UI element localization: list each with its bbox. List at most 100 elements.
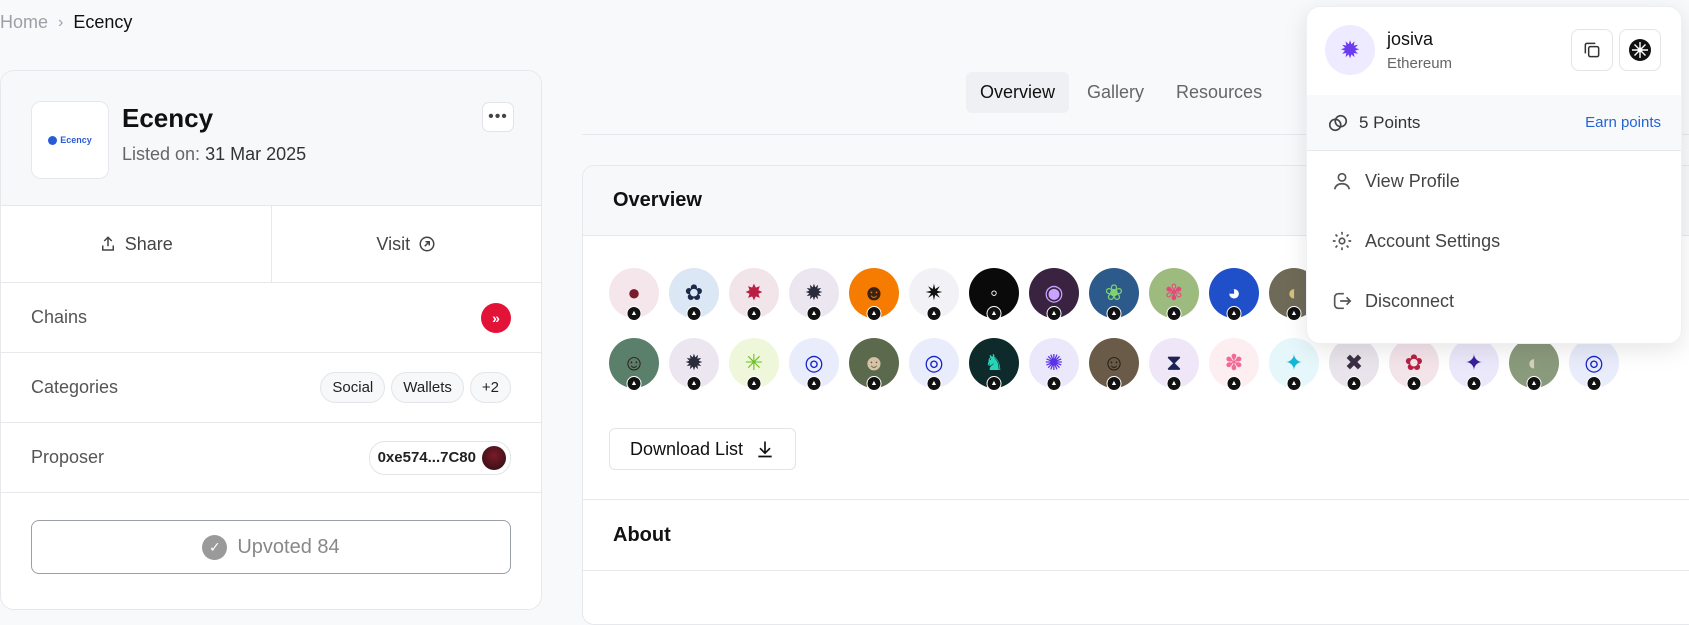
listed-label: Listed on: bbox=[122, 144, 201, 164]
upvote-badge-icon: ▲ bbox=[986, 376, 1002, 391]
upvote-badge-icon: ▲ bbox=[1046, 376, 1062, 391]
voter-avatar[interactable]: ☺ ▲ bbox=[1089, 338, 1139, 391]
account-chain: Ethereum bbox=[1387, 55, 1453, 72]
view-profile-item[interactable]: View Profile bbox=[1307, 151, 1681, 211]
more-options-button[interactable]: ••• bbox=[482, 102, 514, 132]
logout-icon bbox=[1333, 292, 1352, 310]
avatar-glyph-icon: ◉ bbox=[1044, 280, 1064, 305]
upvote-label: Upvoted 84 bbox=[237, 535, 340, 558]
category-tags: Social Wallets +2 bbox=[320, 372, 511, 403]
category-more-tag[interactable]: +2 bbox=[469, 372, 511, 403]
voter-avatar[interactable]: ◕ ▲ bbox=[1209, 268, 1259, 321]
categories-row: Categories Social Wallets +2 bbox=[1, 353, 541, 423]
avatar-row: ☺ ▲ ✹ ▲ ✳ ▲ ◎ ▲ ☻ ▲ ◎ ▲ ♞ ▲ ✺ ▲ ☺ ▲ ⧗ ▲ ✽ ▲ ✦ ▲ ✖ ▲ ✿ ▲ ✦ ▲ ◐ ▲ ◎ ▲ bbox=[609, 338, 1689, 391]
points-icon bbox=[1328, 114, 1348, 131]
voter-avatar[interactable]: ◦ ▲ bbox=[969, 268, 1019, 321]
voter-avatar[interactable]: ◎ ▲ bbox=[1569, 338, 1619, 391]
upvote-badge-icon: ▲ bbox=[1586, 376, 1602, 391]
voter-avatar[interactable]: ✖ ▲ bbox=[1329, 338, 1379, 391]
voter-avatar[interactable]: ✹ ▲ bbox=[669, 338, 719, 391]
gear-icon bbox=[1332, 231, 1352, 251]
voter-avatar[interactable]: ✷ ▲ bbox=[909, 268, 959, 321]
voter-avatar[interactable]: ◐ ▲ bbox=[1509, 338, 1559, 391]
avatar-glyph-icon: ☻ bbox=[862, 280, 886, 305]
upvote-badge-icon: ▲ bbox=[1286, 306, 1302, 321]
tab-overview[interactable]: Overview bbox=[966, 72, 1070, 113]
voter-avatar[interactable]: ✽ ▲ bbox=[1209, 338, 1259, 391]
proposer-chip[interactable]: 0xe574...7C80 bbox=[368, 440, 511, 475]
share-button[interactable]: Share bbox=[1, 206, 272, 282]
voter-avatar[interactable]: ✹ ▲ bbox=[789, 268, 839, 321]
proposer-row: Proposer 0xe574...7C80 bbox=[1, 423, 541, 493]
voter-avatar[interactable]: ● ▲ bbox=[609, 268, 659, 321]
voter-avatar[interactable]: ☻ ▲ bbox=[849, 268, 899, 321]
wallet-network-button[interactable] bbox=[1619, 29, 1661, 71]
chains-label: Chains bbox=[31, 307, 88, 327]
disconnect-item[interactable]: Disconnect bbox=[1307, 271, 1681, 331]
voter-avatar[interactable]: ✳ ▲ bbox=[729, 338, 779, 391]
avatar-glyph-icon: ◎ bbox=[1584, 350, 1604, 375]
share-label: Share bbox=[124, 233, 173, 254]
upvote-badge-icon: ▲ bbox=[1226, 376, 1242, 391]
divider bbox=[583, 570, 1689, 571]
avatar-glyph-icon: ✹ bbox=[684, 350, 704, 375]
avatar-glyph-icon: ◐ bbox=[1527, 350, 1541, 375]
voter-avatar[interactable]: ✿ ▲ bbox=[1389, 338, 1439, 391]
breadcrumb-current: Ecency bbox=[73, 12, 133, 32]
copy-address-button[interactable] bbox=[1571, 29, 1613, 71]
upvote-button[interactable]: ✓ Upvoted 84 bbox=[31, 520, 511, 574]
tab-gallery[interactable]: Gallery bbox=[1073, 72, 1158, 113]
avatar-glyph-icon: ❀ bbox=[1104, 280, 1124, 305]
about-heading: About bbox=[613, 524, 671, 546]
more-icon: ••• bbox=[488, 108, 508, 125]
avatar-glyph-icon: ♞ bbox=[984, 350, 1004, 375]
visit-button[interactable]: Visit bbox=[272, 206, 542, 282]
avatar-glyph-icon: ☻ bbox=[862, 350, 886, 375]
avatar-glyph-icon: ✸ bbox=[744, 280, 764, 305]
check-circle-icon: ✓ bbox=[202, 534, 228, 560]
avatar-glyph-icon: ✦ bbox=[1284, 350, 1304, 375]
account-username: josiva bbox=[1387, 29, 1434, 49]
upvote-badge-icon: ▲ bbox=[1286, 376, 1302, 391]
account-avatar: ✹ bbox=[1325, 25, 1375, 75]
upvote-badge-icon: ▲ bbox=[686, 376, 702, 391]
tab-bar: Overview Gallery Resources bbox=[966, 72, 1276, 113]
upvote-badge-icon: ▲ bbox=[1166, 376, 1182, 391]
upvote-badge-icon: ▲ bbox=[626, 306, 642, 321]
upvote-badge-icon: ▲ bbox=[1526, 376, 1542, 391]
tab-resources[interactable]: Resources bbox=[1162, 72, 1276, 113]
download-list-button[interactable]: Download List bbox=[609, 428, 797, 470]
avatar-glyph-icon: ✿ bbox=[1404, 350, 1424, 375]
voter-avatar[interactable]: ◎ ▲ bbox=[789, 338, 839, 391]
voter-avatar[interactable]: ◉ ▲ bbox=[1029, 268, 1079, 321]
voter-avatar[interactable]: ⧗ ▲ bbox=[1149, 338, 1199, 391]
breadcrumb: Home › Ecency bbox=[0, 12, 132, 33]
account-settings-item[interactable]: Account Settings bbox=[1307, 211, 1681, 271]
voter-avatar[interactable]: ❀ ▲ bbox=[1089, 268, 1139, 321]
upvote-badge-icon: ▲ bbox=[1106, 376, 1122, 391]
upvote-badge-icon: ▲ bbox=[926, 306, 942, 321]
avatar-glyph-icon: ✳ bbox=[744, 350, 764, 375]
ecency-logo-icon bbox=[48, 135, 58, 145]
avatar-glyph-icon: ◕ bbox=[1227, 280, 1241, 305]
category-tag[interactable]: Social bbox=[320, 372, 386, 403]
voter-avatar[interactable]: ✦ ▲ bbox=[1449, 338, 1499, 391]
earn-points-link[interactable]: Earn points bbox=[1585, 114, 1661, 131]
voter-avatar[interactable]: ✿ ▲ bbox=[669, 268, 719, 321]
listed-date: Listed on: 31 Mar 2025 bbox=[122, 144, 306, 165]
voter-avatar[interactable]: ✾ ▲ bbox=[1149, 268, 1199, 321]
upvote-badge-icon: ▲ bbox=[1166, 306, 1182, 321]
breadcrumb-home[interactable]: Home bbox=[0, 12, 48, 33]
category-tag[interactable]: Wallets bbox=[391, 372, 464, 403]
upvote-badge-icon: ▲ bbox=[686, 306, 702, 321]
voter-avatar[interactable]: ☺ ▲ bbox=[609, 338, 659, 391]
voter-avatar[interactable]: ✦ ▲ bbox=[1269, 338, 1319, 391]
avatar-glyph-icon: ✹ bbox=[804, 280, 824, 305]
visit-label: Visit bbox=[376, 233, 411, 254]
proposer-avatar bbox=[482, 445, 506, 470]
voter-avatar[interactable]: ✺ ▲ bbox=[1029, 338, 1079, 391]
voter-avatar[interactable]: ☻ ▲ bbox=[849, 338, 899, 391]
voter-avatar[interactable]: ✸ ▲ bbox=[729, 268, 779, 321]
voter-avatar[interactable]: ♞ ▲ bbox=[969, 338, 1019, 391]
voter-avatar[interactable]: ◎ ▲ bbox=[909, 338, 959, 391]
